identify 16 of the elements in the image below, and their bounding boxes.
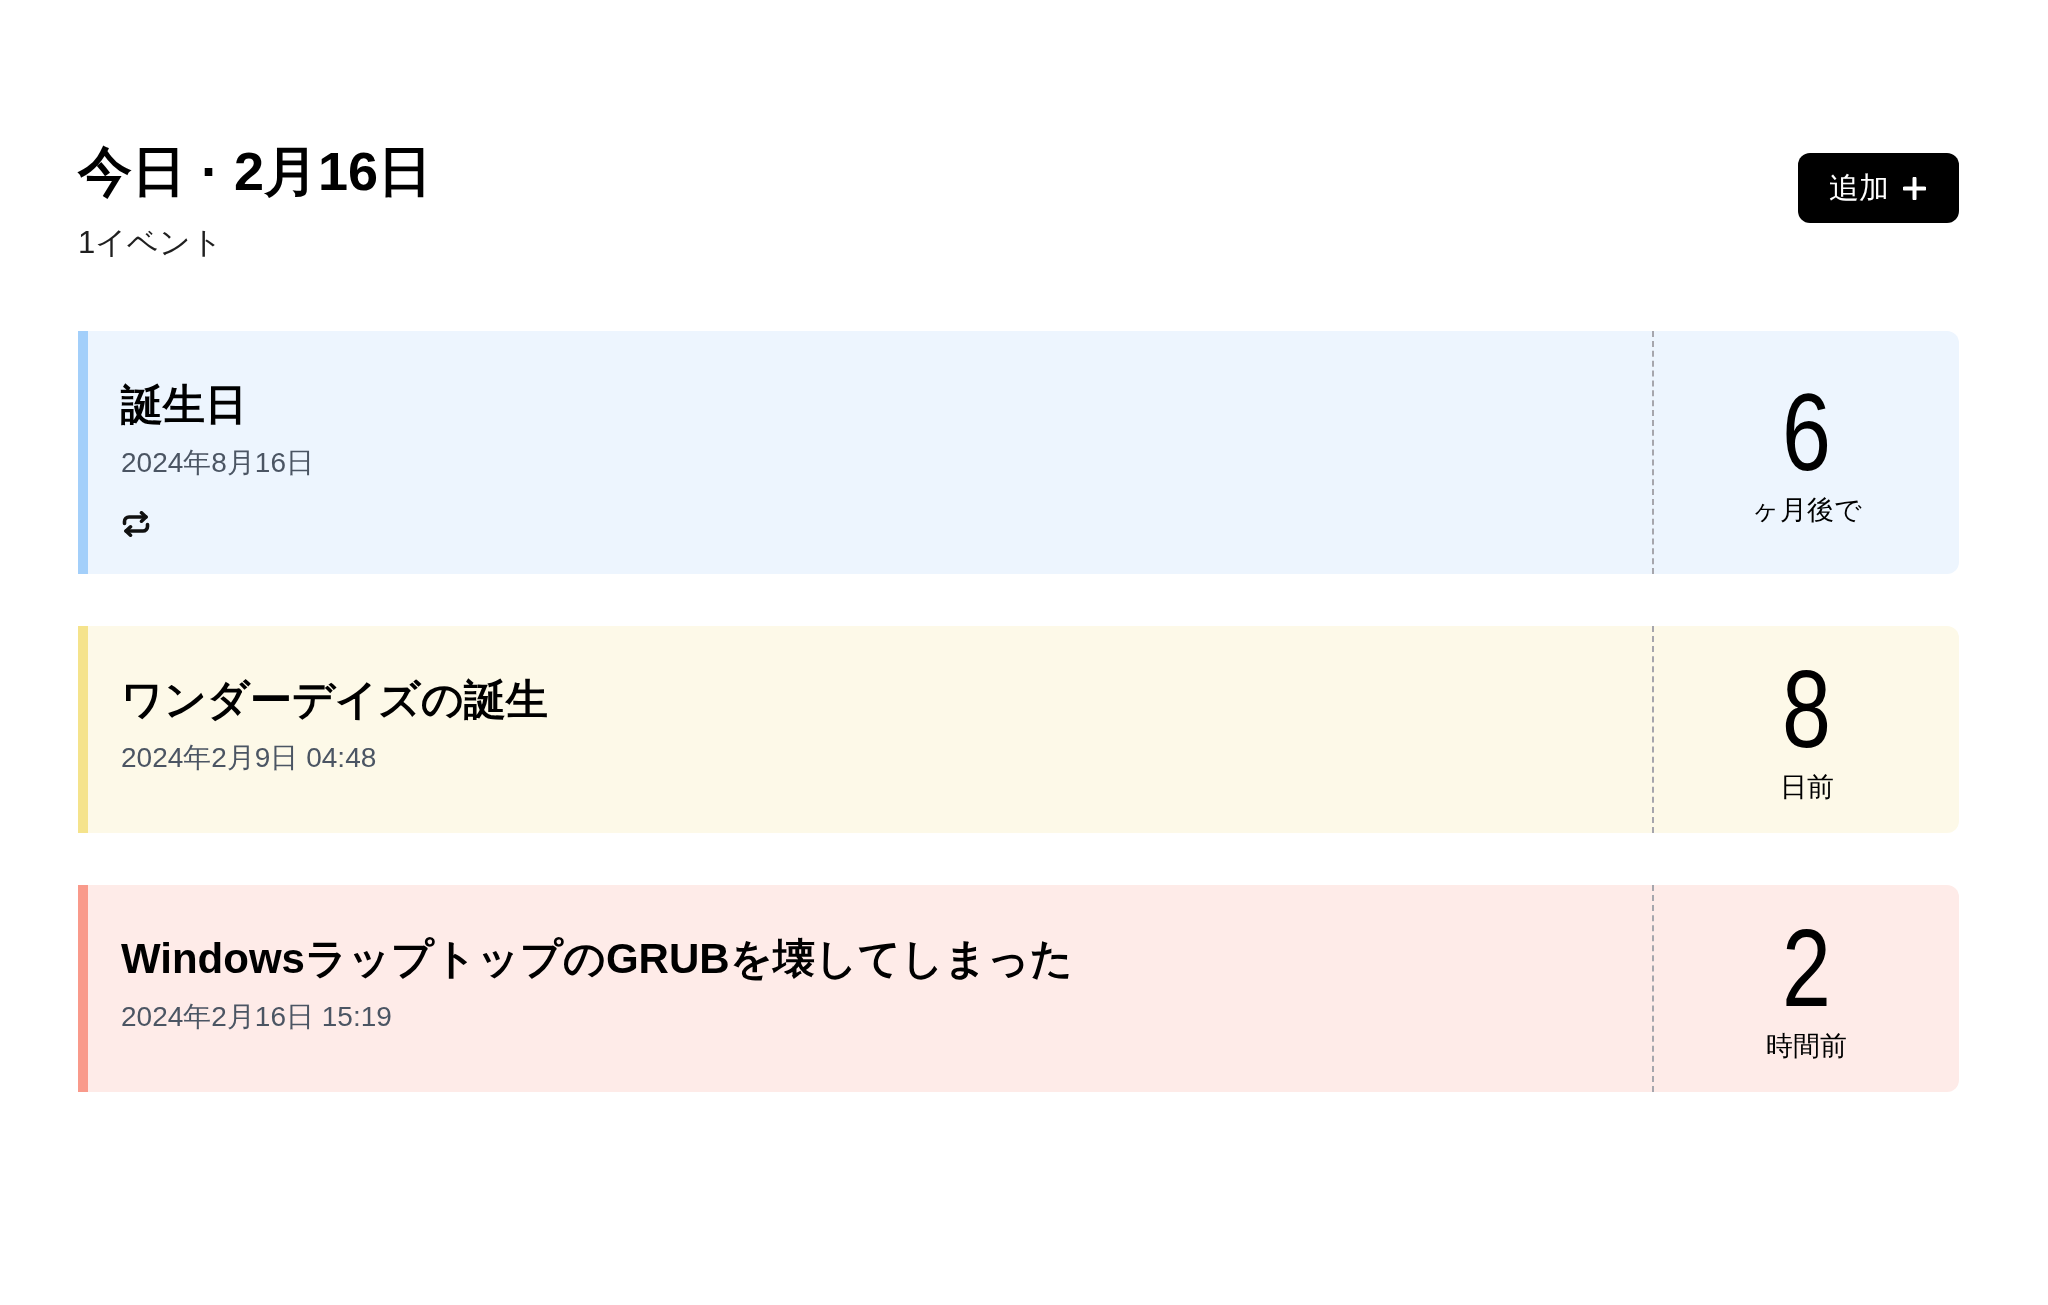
page-title: 今日 · 2月16日 <box>78 140 433 203</box>
countdown-number: 8 <box>1782 654 1831 765</box>
countdown-number: 2 <box>1782 913 1831 1024</box>
event-date: 2024年2月16日 15:19 <box>121 999 392 1034</box>
countdown-unit: 日前 <box>1779 771 1834 805</box>
event-title: ワンダーデイズの誕生 <box>121 675 548 726</box>
event-count: 1イベント <box>78 223 224 262</box>
countdown-number: 6 <box>1782 377 1831 488</box>
event-date: 2024年8月16日 <box>121 445 314 480</box>
countdown-unit: 時間前 <box>1766 1030 1847 1064</box>
add-button[interactable]: 追加 <box>1798 153 1959 223</box>
event-date: 2024年2月9日 04:48 <box>121 740 377 775</box>
event-title: 誕生日 <box>121 380 247 431</box>
countdown-unit: ヶ月後で <box>1751 494 1862 528</box>
plus-icon <box>1903 176 1926 200</box>
event-title: WindowsラップトップのGRUBを壊してしまった <box>121 934 1073 985</box>
